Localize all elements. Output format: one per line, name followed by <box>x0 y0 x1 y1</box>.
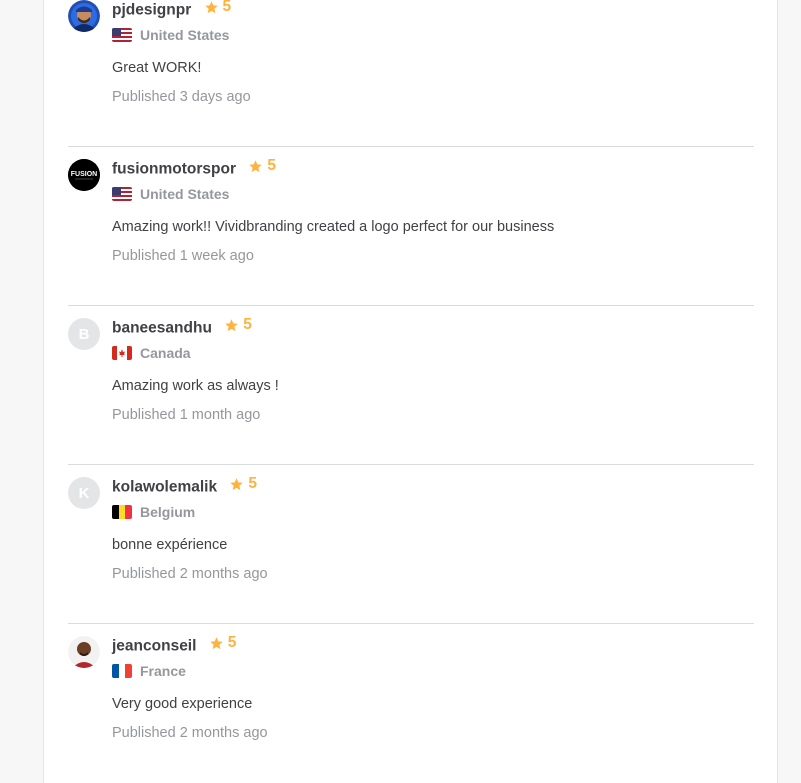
user-avatar[interactable] <box>68 636 100 668</box>
belgium-flag-icon <box>112 505 132 519</box>
reviewer-username[interactable]: fusionmotorspor <box>112 161 236 178</box>
published-date: Published 1 month ago <box>112 407 261 423</box>
reviewer-name-row: baneesandhu 5 <box>112 316 252 338</box>
review-text: Very good experience <box>112 696 253 712</box>
review-text: Amazing work as always ! <box>112 378 279 394</box>
published-date: Published 1 week ago <box>112 248 254 264</box>
avatar-photo-icon <box>68 636 100 668</box>
reviewer-country: United States <box>112 186 229 202</box>
review-item: B baneesandhu 5 Canada Amazing work as a… <box>68 306 754 465</box>
published-date: Published 2 months ago <box>112 725 268 741</box>
france-flag-icon <box>112 664 132 678</box>
review-item: K kolawolemalik 5 Belgium bonne expérien… <box>68 465 754 624</box>
country-name: United States <box>140 27 230 43</box>
review-item: pjdesignpr 5 United States Great WORK! P… <box>68 0 754 147</box>
reviewer-country: France <box>112 663 186 679</box>
user-avatar[interactable]: B <box>68 318 100 350</box>
rating: 5 <box>224 316 252 334</box>
avatar-letter: K <box>78 484 90 502</box>
user-avatar[interactable]: K <box>68 477 100 509</box>
published-date: Published 2 months ago <box>112 566 268 582</box>
review-item: FUSION fusionmotorspor 5 United States A… <box>68 147 754 306</box>
star-icon <box>210 636 223 649</box>
avatar-logo-icon: FUSION <box>68 159 100 191</box>
user-avatar[interactable] <box>68 0 100 32</box>
star-icon <box>249 159 263 172</box>
reviews-panel: pjdesignpr 5 United States Great WORK! P… <box>43 0 778 783</box>
reviewer-name-row: kolawolemalik 5 <box>112 475 257 497</box>
reviewer-country: Canada <box>112 345 191 361</box>
reviewer-username[interactable]: kolawolemalik <box>112 479 217 496</box>
rating: 5 <box>204 0 232 16</box>
review-item: jeanconseil 5 France Very good experienc… <box>68 624 754 783</box>
review-text: Amazing work!! Vividbranding created a l… <box>112 219 555 235</box>
country-name: France <box>140 663 186 679</box>
canada-flag-icon <box>112 346 132 360</box>
review-text: bonne expérience <box>112 537 228 553</box>
user-avatar[interactable]: FUSION <box>68 159 100 191</box>
us-flag-icon <box>112 28 132 42</box>
reviewer-name-row: jeanconseil 5 <box>112 634 236 656</box>
reviewer-name-row: fusionmotorspor 5 <box>112 157 276 179</box>
star-icon <box>230 477 244 490</box>
avatar-photo-icon <box>68 0 100 32</box>
country-name: United States <box>140 186 230 202</box>
reviewer-country: Belgium <box>112 504 195 520</box>
rating-value: 5 <box>227 634 237 651</box>
reviewer-country: United States <box>112 27 229 43</box>
rating: 5 <box>209 634 237 652</box>
country-name: Canada <box>140 345 191 361</box>
star-icon <box>204 0 218 13</box>
reviewer-name-row: pjdesignpr 5 <box>112 0 231 20</box>
reviewer-username[interactable]: jeanconseil <box>112 638 196 655</box>
reviewer-username[interactable]: baneesandhu <box>112 320 212 337</box>
reviewer-username[interactable]: pjdesignpr <box>112 2 191 19</box>
rating: 5 <box>229 475 257 493</box>
rating-value: 5 <box>222 0 232 15</box>
rating: 5 <box>248 157 276 175</box>
avatar-letter: B <box>78 325 90 343</box>
rating-value: 5 <box>267 157 276 174</box>
rating-value: 5 <box>248 475 258 492</box>
review-text: Great WORK! <box>112 60 202 76</box>
published-date: Published 3 days ago <box>112 89 251 105</box>
rating-value: 5 <box>243 316 252 333</box>
star-icon <box>225 318 238 331</box>
avatar-logo-text: FUSION <box>71 171 97 178</box>
us-flag-icon <box>112 187 132 201</box>
country-name: Belgium <box>140 504 196 520</box>
